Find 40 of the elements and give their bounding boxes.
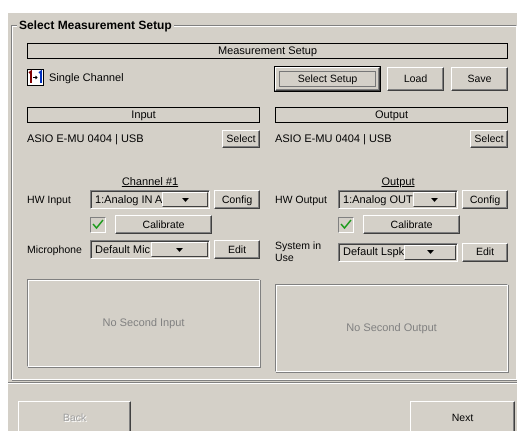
device-name: ASIO E-MU 0404 | USB — [275, 133, 392, 145]
hw-dropdown[interactable]: 1:Analog OUT — [338, 190, 458, 209]
device-name: ASIO E-MU 0404 | USB — [27, 133, 144, 145]
config-button[interactable]: Config — [214, 190, 260, 209]
calibrate-button[interactable]: Calibrate — [363, 215, 460, 234]
next-button[interactable]: Next — [410, 401, 515, 431]
channel-title: Output — [380, 176, 416, 188]
single-channel-icon — [27, 69, 44, 86]
dropdown-arrow-icon — [176, 248, 183, 252]
hw-dropdown[interactable]: 1:Analog IN A — [90, 190, 210, 209]
load-button[interactable]: Load — [387, 67, 444, 91]
checkmark-icon — [92, 219, 104, 230]
section-header: Input — [27, 107, 260, 123]
calibrate-checkbox[interactable] — [90, 216, 106, 232]
section-header: Output — [275, 107, 508, 123]
system-dropdown[interactable]: Default Lspk — [338, 242, 458, 262]
dropdown-arrow-icon — [182, 198, 189, 202]
mode-label: Single Channel — [49, 72, 124, 84]
config-button[interactable]: Config — [462, 190, 508, 209]
empty-panel: No Second Input — [27, 279, 260, 367]
hw-label: HW Output — [275, 194, 328, 206]
group-title: Select Measurement Setup — [17, 18, 174, 32]
calibrate-checkbox[interactable] — [338, 216, 354, 232]
system-label: Microphone — [27, 244, 83, 256]
dropdown-arrow-icon — [430, 198, 438, 202]
empty-panel: No Second Output — [275, 284, 508, 372]
checkmark-icon — [340, 219, 352, 230]
select-setup-button[interactable]: Select Setup — [275, 67, 380, 91]
system-dropdown[interactable]: Default Mic — [90, 240, 210, 259]
save-button[interactable]: Save — [451, 67, 508, 91]
dropdown-arrow-icon — [426, 250, 434, 254]
edit-button[interactable]: Edit — [214, 240, 260, 259]
channel-title: Channel #1 — [120, 176, 180, 188]
select-button[interactable]: Select — [222, 130, 260, 148]
section-header: Measurement Setup — [27, 43, 508, 59]
edit-button[interactable]: Edit — [462, 242, 508, 262]
system-label: System in Use — [275, 240, 322, 264]
select-button[interactable]: Select — [470, 130, 508, 148]
calibrate-button[interactable]: Calibrate — [115, 215, 212, 234]
hw-label: HW Input — [27, 194, 72, 206]
